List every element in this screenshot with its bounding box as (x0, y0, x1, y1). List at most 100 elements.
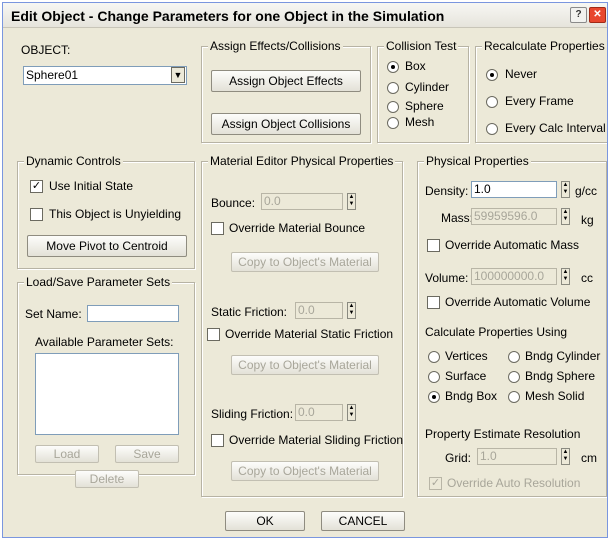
collision-cylinder-label: Cylinder (405, 80, 450, 94)
object-label: OBJECT: (21, 43, 71, 57)
unyielding-checkbox[interactable] (30, 208, 43, 221)
override-automatic-volume-checkbox[interactable] (427, 296, 440, 309)
set-name-label: Set Name: (25, 307, 82, 321)
object-selected-value: Sphere01 (26, 68, 79, 82)
resolution-label: Property Estimate Resolution (425, 427, 581, 441)
calc-bndg-sphere-label: Bndg Sphere (525, 369, 596, 383)
mass-unit: kg (581, 213, 594, 227)
copy-static-friction-button[interactable]: Copy to Object's Material (231, 355, 379, 375)
cancel-button[interactable]: CANCEL (321, 511, 405, 531)
collision-cylinder-radio[interactable] (387, 82, 399, 94)
mass-input[interactable]: 59959596.0 (471, 208, 557, 225)
recalc-never-radio[interactable] (486, 69, 498, 81)
object-select[interactable]: Sphere01 (23, 66, 187, 85)
calc-bndg-cylinder-label: Bndg Cylinder (525, 349, 601, 363)
volume-input[interactable]: 100000000.0 (471, 268, 557, 285)
spin-down-icon[interactable]: ▼ (562, 456, 569, 463)
collision-mesh-label: Mesh (405, 115, 435, 129)
density-input[interactable]: 1.0 (471, 181, 557, 198)
sliding-friction-spinner[interactable]: ▲ ▼ (347, 404, 356, 421)
volume-label: Volume: (425, 271, 469, 285)
calc-mesh-solid-label: Mesh Solid (525, 389, 585, 403)
collision-sphere-label: Sphere (405, 99, 444, 113)
override-auto-resolution-label: Override Auto Resolution (447, 476, 581, 490)
mass-spinner[interactable]: ▲ ▼ (561, 208, 570, 225)
override-automatic-volume-label: Override Automatic Volume (445, 295, 591, 309)
grid-label: Grid: (445, 451, 472, 465)
calc-mesh-solid-radio[interactable] (508, 391, 520, 403)
static-friction-label: Static Friction: (211, 305, 288, 319)
parameter-sets-list[interactable] (35, 353, 179, 435)
use-initial-state-checkbox[interactable]: ✓ (30, 180, 43, 193)
window-title: Edit Object - Change Parameters for one … (11, 8, 445, 24)
copy-sliding-friction-button[interactable]: Copy to Object's Material (231, 461, 379, 481)
spin-down-icon[interactable]: ▼ (348, 201, 355, 208)
spin-up-icon[interactable]: ▲ (348, 405, 355, 412)
calc-vertices-label: Vertices (445, 349, 488, 363)
override-automatic-mass-checkbox[interactable] (427, 239, 440, 252)
collision-sphere-radio[interactable] (387, 101, 399, 113)
delete-button[interactable]: Delete (75, 470, 139, 488)
set-name-input[interactable] (87, 305, 179, 322)
unyielding-label: This Object is Unyielding (49, 207, 182, 221)
spin-up-icon[interactable]: ▲ (562, 269, 569, 276)
grid-unit: cm (581, 451, 597, 465)
calc-vertices-radio[interactable] (428, 351, 440, 363)
title-bar[interactable]: Edit Object - Change Parameters for one … (3, 3, 607, 28)
collision-mesh-radio[interactable] (387, 117, 399, 129)
assign-group-title: Assign Effects/Collisions (208, 39, 343, 53)
spin-down-icon[interactable]: ▼ (348, 412, 355, 419)
grid-spinner[interactable]: ▲ ▼ (561, 448, 570, 465)
grid-input[interactable]: 1.0 (477, 448, 557, 465)
sliding-friction-input[interactable]: 0.0 (295, 404, 343, 421)
spin-up-icon[interactable]: ▲ (348, 194, 355, 201)
recalc-every-frame-label: Every Frame (505, 94, 574, 108)
bounce-label: Bounce: (211, 196, 256, 210)
load-save-title: Load/Save Parameter Sets (24, 275, 173, 289)
ok-button[interactable]: OK (225, 511, 305, 531)
save-button[interactable]: Save (115, 445, 179, 463)
help-button[interactable]: ? (570, 7, 587, 23)
override-auto-resolution-checkbox[interactable]: ✓ (429, 477, 442, 490)
spin-down-icon[interactable]: ▼ (562, 189, 569, 196)
spin-up-icon[interactable]: ▲ (562, 182, 569, 189)
calc-surface-radio[interactable] (428, 371, 440, 383)
move-pivot-button[interactable]: Move Pivot to Centroid (27, 235, 187, 257)
recalc-every-calc-interval-radio[interactable] (486, 123, 498, 135)
material-editor-title: Material Editor Physical Properties (208, 154, 396, 168)
load-button[interactable]: Load (35, 445, 99, 463)
spin-up-icon[interactable]: ▲ (562, 209, 569, 216)
assign-effects-button[interactable]: Assign Object Effects (211, 70, 361, 92)
collision-box-radio[interactable] (387, 61, 399, 73)
spin-down-icon[interactable]: ▼ (562, 276, 569, 283)
recalc-every-frame-radio[interactable] (486, 96, 498, 108)
bounce-spinner[interactable]: ▲ ▼ (347, 193, 356, 210)
static-friction-spinner[interactable]: ▲ ▼ (347, 302, 356, 319)
density-spinner[interactable]: ▲ ▼ (561, 181, 570, 198)
calc-bndg-box-radio[interactable] (428, 391, 440, 403)
bounce-input[interactable]: 0.0 (261, 193, 343, 210)
override-bounce-label: Override Material Bounce (229, 221, 366, 235)
edit-object-dialog: Edit Object - Change Parameters for one … (2, 2, 608, 538)
calc-surface-label: Surface (445, 369, 487, 383)
sliding-friction-label: Sliding Friction: (211, 407, 294, 421)
dynamic-controls-title: Dynamic Controls (24, 154, 123, 168)
copy-bounce-button[interactable]: Copy to Object's Material (231, 252, 379, 272)
override-bounce-checkbox[interactable] (211, 222, 224, 235)
chevron-down-icon[interactable]: ▼ (171, 67, 185, 83)
spin-down-icon[interactable]: ▼ (562, 216, 569, 223)
close-button[interactable]: ✕ (589, 7, 606, 23)
override-static-friction-checkbox[interactable] (207, 328, 220, 341)
calc-bndg-box-label: Bndg Box (445, 389, 498, 403)
override-sliding-friction-checkbox[interactable] (211, 434, 224, 447)
static-friction-input[interactable]: 0.0 (295, 302, 343, 319)
recalc-never-label: Never (505, 67, 538, 81)
spin-up-icon[interactable]: ▲ (562, 449, 569, 456)
spin-up-icon[interactable]: ▲ (348, 303, 355, 310)
volume-spinner[interactable]: ▲ ▼ (561, 268, 570, 285)
assign-collisions-button[interactable]: Assign Object Collisions (211, 113, 361, 135)
physical-properties-title: Physical Properties (424, 154, 531, 168)
calc-bndg-sphere-radio[interactable] (508, 371, 520, 383)
spin-down-icon[interactable]: ▼ (348, 310, 355, 317)
calc-bndg-cylinder-radio[interactable] (508, 351, 520, 363)
